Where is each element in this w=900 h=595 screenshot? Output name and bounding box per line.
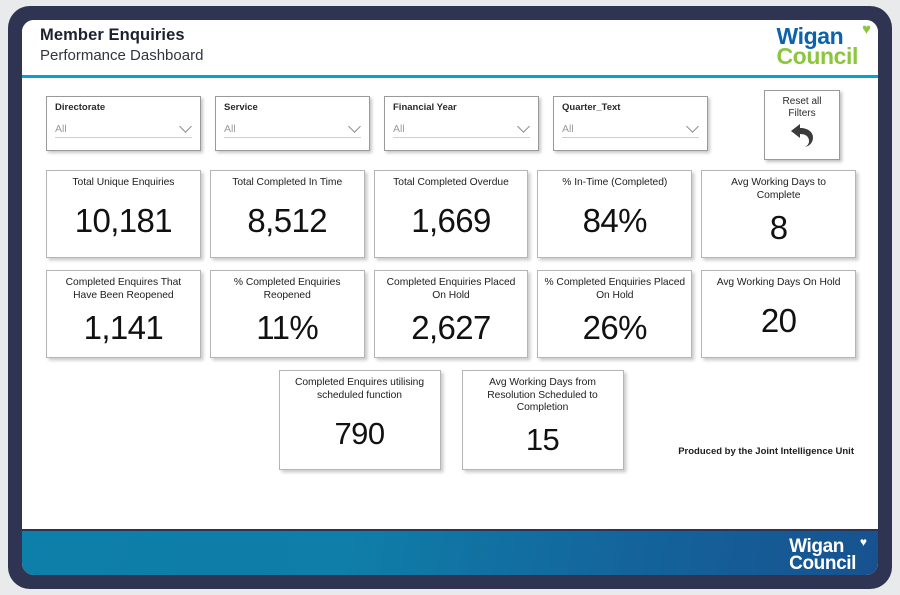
- kpi-value: 10,181: [74, 202, 173, 240]
- producer-credit: Produced by the Joint Intelligence Unit: [678, 446, 854, 457]
- filter-value: All: [55, 123, 67, 135]
- heart-icon: ♥: [862, 21, 871, 38]
- dashboard-header: Member Enquiries Performance Dashboard W…: [22, 20, 878, 78]
- chevron-down-icon[interactable]: [179, 120, 192, 133]
- dashboard-body: Directorate All Service All Financial Ye…: [22, 78, 878, 516]
- kpi-label: Total Completed Overdue: [393, 177, 509, 188]
- kpi-value: 26%: [582, 308, 648, 346]
- kpi-value: 2,627: [411, 308, 491, 346]
- filter-label: Directorate: [55, 102, 106, 113]
- kpi-label: Completed Enquires utilising scheduled f…: [294, 377, 425, 401]
- kpi-card-completed-enquiries-on-hold[interactable]: Completed Enquiries Placed On Hold 2,627: [373, 270, 529, 358]
- page-title: Member Enquiries: [40, 26, 185, 44]
- heart-icon: ♥: [859, 535, 867, 549]
- filter-service[interactable]: Service All: [215, 96, 370, 151]
- kpi-label: Total Unique Enquiries: [72, 177, 175, 188]
- kpi-label: Completed Enquires That Have Been Reopen…: [65, 277, 182, 301]
- kpi-label: Avg Working Days to Complete: [731, 177, 826, 201]
- kpi-card-total-completed-in-time[interactable]: Total Completed In Time 8,512: [209, 170, 365, 258]
- reset-label-line1: Reset all: [782, 96, 822, 107]
- kpi-row-1: Total Unique Enquiries 10,181 Total Comp…: [46, 170, 856, 258]
- kpi-label: Avg Working Days On Hold: [716, 277, 841, 288]
- kpi-value: 1,141: [83, 308, 164, 346]
- kpi-card-completed-enquiries-reopened[interactable]: Completed Enquires That Have Been Reopen…: [46, 270, 201, 358]
- kpi-label: % Completed Enquiries Placed On Hold: [544, 277, 686, 301]
- kpi-label: Total Completed In Time: [232, 177, 343, 188]
- kpi-card-percent-completed-enquiries-on-hold[interactable]: % Completed Enquiries Placed On Hold 26%: [537, 270, 693, 358]
- reset-label-line2: Filters: [788, 108, 816, 119]
- filter-dropdown[interactable]: All: [224, 119, 361, 138]
- wigan-council-logo: Wigan ♥ Council: [776, 22, 871, 68]
- kpi-value: 84%: [582, 202, 648, 240]
- filter-value: All: [562, 123, 574, 135]
- kpi-card-avg-working-days-on-hold[interactable]: Avg Working Days On Hold 20: [701, 270, 856, 358]
- footer-wigan-council-logo: Wigan ♥ Council: [789, 536, 867, 575]
- footer-logo-council-text: Council: [789, 553, 856, 575]
- filter-value: All: [393, 123, 405, 135]
- kpi-card-grid: Total Unique Enquiries 10,181 Total Comp…: [46, 170, 856, 482]
- kpi-label: Completed Enquiries Placed On Hold: [386, 277, 516, 301]
- kpi-card-completed-enquiries-scheduled-function[interactable]: Completed Enquires utilising scheduled f…: [278, 370, 441, 470]
- kpi-card-avg-working-days-to-complete[interactable]: Avg Working Days to Complete 8: [701, 170, 856, 258]
- kpi-card-percent-completed-enquiries-reopened[interactable]: % Completed Enquiries Reopened 11%: [209, 270, 365, 358]
- kpi-value: 20: [760, 302, 797, 340]
- chevron-down-icon[interactable]: [517, 120, 530, 133]
- filter-dropdown[interactable]: All: [562, 119, 699, 138]
- reset-all-filters-button[interactable]: Reset all Filters: [764, 90, 840, 160]
- filter-directorate[interactable]: Directorate All: [46, 96, 201, 151]
- kpi-value: 11%: [256, 308, 319, 346]
- kpi-value: 8: [769, 208, 788, 246]
- kpi-value: 15: [525, 421, 560, 457]
- kpi-label: % In-Time (Completed): [562, 177, 668, 188]
- title-block: Member Enquiries Performance Dashboard: [40, 26, 203, 64]
- dashboard-canvas: Member Enquiries Performance Dashboard W…: [22, 20, 878, 575]
- chevron-down-icon[interactable]: [348, 120, 361, 133]
- kpi-label: % Completed Enquiries Reopened: [233, 277, 341, 301]
- kpi-card-total-completed-overdue[interactable]: Total Completed Overdue 1,669: [373, 170, 529, 258]
- filter-label: Financial Year: [393, 102, 457, 113]
- filter-bar: Directorate All Service All Financial Ye…: [46, 90, 856, 162]
- filter-value: All: [224, 123, 236, 135]
- app-window-frame: Member Enquiries Performance Dashboard W…: [8, 6, 892, 589]
- kpi-value: 790: [334, 415, 386, 451]
- filter-label: Quarter_Text: [562, 102, 621, 113]
- dashboard-footer: Wigan ♥ Council: [22, 529, 878, 575]
- filter-dropdown[interactable]: All: [55, 119, 192, 138]
- kpi-label: Avg Working Days from Resolution Schedul…: [487, 377, 598, 413]
- kpi-value: 8,512: [247, 202, 327, 240]
- kpi-value: 1,669: [411, 202, 491, 240]
- filter-quarter-text[interactable]: Quarter_Text All: [553, 96, 708, 151]
- chevron-down-icon[interactable]: [686, 120, 699, 133]
- kpi-card-total-unique-enquiries[interactable]: Total Unique Enquiries 10,181: [46, 170, 201, 258]
- kpi-card-avg-working-days-resolution-to-completion[interactable]: Avg Working Days from Resolution Schedul…: [461, 370, 624, 470]
- undo-arrow-icon[interactable]: [765, 123, 839, 149]
- page-subtitle: Performance Dashboard: [40, 47, 204, 64]
- footer-logo-wigan-text: Wigan: [789, 536, 844, 557]
- filter-dropdown[interactable]: All: [393, 119, 530, 138]
- kpi-card-percent-in-time-completed[interactable]: % In-Time (Completed) 84%: [537, 170, 693, 258]
- filter-label: Service: [224, 102, 258, 113]
- logo-wigan-text: Wigan: [776, 23, 844, 49]
- kpi-row-2: Completed Enquires That Have Been Reopen…: [46, 270, 856, 358]
- filter-financial-year[interactable]: Financial Year All: [384, 96, 539, 151]
